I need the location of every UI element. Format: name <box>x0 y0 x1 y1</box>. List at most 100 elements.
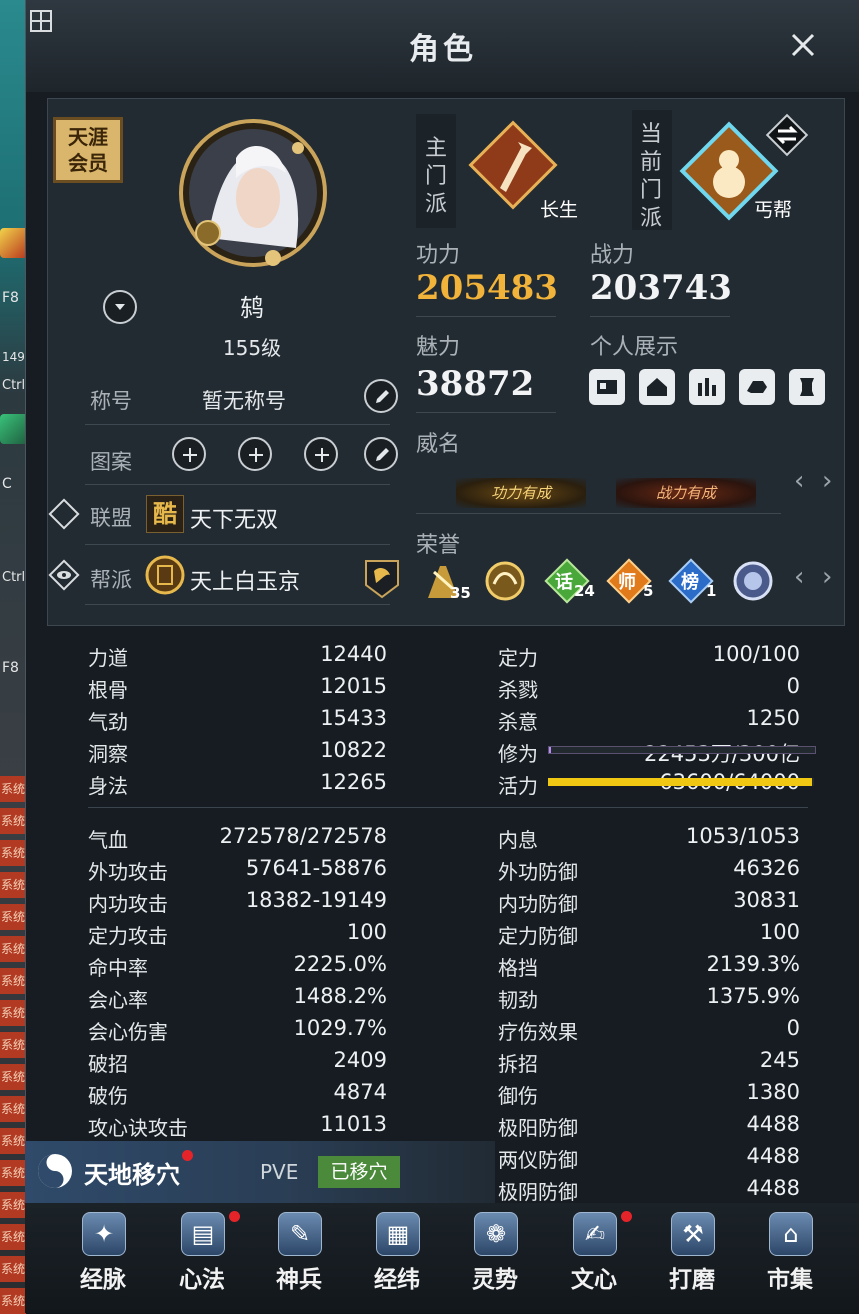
tiandi-label[interactable]: 天地移穴 <box>84 1155 180 1190</box>
vip-badge-line1: 天涯 <box>68 125 108 149</box>
nav-心法[interactable]: ▤ 心法 <box>161 1211 241 1308</box>
guild-crest-icon[interactable] <box>362 557 402 601</box>
divider <box>85 604 390 605</box>
combat-stat-value: 18382-19149 <box>245 888 387 912</box>
attribute-value: 10822 <box>320 738 387 762</box>
weiming-badge-zhanli[interactable]: 战力有成 <box>616 478 756 508</box>
notification-dot <box>182 1150 193 1161</box>
background-system-tag: 系统 <box>0 840 26 866</box>
eye-icon[interactable] <box>47 558 81 592</box>
title-label: 称号 <box>90 389 132 413</box>
bar-chart-icon <box>698 378 716 396</box>
nav-经纬[interactable]: ▦ 经纬 <box>356 1212 436 1308</box>
nav-label: 市集 <box>767 1267 813 1293</box>
background-system-tag: 系统 <box>0 776 26 802</box>
alliance-name[interactable]: 天下无双 <box>190 502 278 534</box>
display-house-button[interactable] <box>639 369 675 405</box>
window-title: 角色 <box>409 32 477 67</box>
nav-神兵[interactable]: ✎ 神兵 <box>258 1212 338 1308</box>
combat-stat-label: 内功攻击 <box>88 892 168 916</box>
background-system-tag: 系统 <box>0 1064 26 1090</box>
attribute-label: 杀戮 <box>498 678 538 702</box>
chevron-down-icon <box>115 304 125 310</box>
combat-stat-label: 气血 <box>88 828 128 852</box>
attribute-label: 根骨 <box>88 678 128 702</box>
nav-label: 经纬 <box>374 1267 420 1293</box>
vip-badge[interactable]: 天涯 会员 <box>53 117 123 183</box>
display-card-button[interactable] <box>589 369 625 405</box>
nav-打磨[interactable]: ⚒ 打磨 <box>651 1212 731 1308</box>
vip-badge-line2: 会员 <box>68 151 108 175</box>
profile-dropdown-button[interactable] <box>103 290 137 324</box>
combat-stat-value: 1029.7% <box>293 1016 387 1040</box>
guild-name[interactable]: 天上白玉京 <box>190 564 300 596</box>
combat-stat-label: 内息 <box>498 828 538 852</box>
background-system-tag: 系统 <box>0 936 26 962</box>
honor-prev-arrow[interactable]: ‹ <box>794 562 804 592</box>
combat-stat-label: 会心伤害 <box>88 1020 168 1044</box>
background-system-tag: 系统 <box>0 1256 26 1282</box>
combat-stat-label: 破伤 <box>88 1084 128 1108</box>
attribute-label: 身法 <box>88 774 128 798</box>
close-icon[interactable] <box>786 28 820 62</box>
nav-市集[interactable]: ⌂ 市集 <box>749 1212 829 1308</box>
pattern-label: 图案 <box>90 450 132 474</box>
weiming-prev-arrow[interactable]: ‹ <box>794 466 804 496</box>
avatar[interactable] <box>178 118 328 268</box>
nav-灵势[interactable]: ❁ 灵势 <box>454 1212 534 1308</box>
medal-icon[interactable] <box>730 558 776 604</box>
guild-label: 帮派 <box>90 568 132 592</box>
add-pattern-button-3[interactable] <box>304 437 338 471</box>
title-value: 暂无称号 <box>202 389 286 413</box>
honor-glyph: 师 <box>618 572 636 593</box>
yin-yang-icon <box>38 1154 72 1188</box>
alliance-emblem-text: 酷 <box>153 500 177 528</box>
attribute-label: 修为 <box>498 742 538 766</box>
combat-stat-value: 4874 <box>333 1080 387 1104</box>
crest-icon[interactable] <box>482 558 528 604</box>
honor-count: 35 <box>450 584 471 602</box>
combat-stat-value: 4488 <box>746 1176 800 1200</box>
weiming-next-arrow[interactable]: › <box>822 466 832 496</box>
weiming-badge-gongli[interactable]: 功力有成 <box>456 478 586 508</box>
nav-文心[interactable]: ✍ 文心 <box>553 1211 633 1308</box>
combat-stat-label: 外功防御 <box>498 860 578 884</box>
divider <box>590 316 730 317</box>
display-mount-button[interactable] <box>739 369 775 405</box>
attribute-label: 气劲 <box>88 710 128 734</box>
combat-stat-label: 极阳防御 <box>498 1116 578 1140</box>
edit-pattern-button[interactable] <box>364 437 398 471</box>
nav-icon: ✦ <box>82 1212 126 1256</box>
background-system-tag: 系统 <box>0 1192 26 1218</box>
combat-stat-label: 定力防御 <box>498 924 578 948</box>
title-bar[interactable]: 角色 <box>26 0 859 92</box>
nav-经脉[interactable]: ✦ 经脉 <box>62 1212 142 1308</box>
nav-icon: ▦ <box>376 1212 420 1256</box>
attribute-value: 0 <box>786 674 800 698</box>
nav-icon: ✎ <box>278 1212 322 1256</box>
nav-icon: ✍ <box>573 1212 617 1256</box>
add-pattern-button-1[interactable] <box>172 437 206 471</box>
combat-stat-label: 内功防御 <box>498 892 578 916</box>
add-pattern-button-2[interactable] <box>238 437 272 471</box>
nav-label: 神兵 <box>276 1267 322 1293</box>
combat-stat-value: 4488 <box>746 1112 800 1136</box>
edit-title-button[interactable] <box>364 379 398 413</box>
id-card-icon <box>597 380 617 394</box>
combat-stat-value: 1488.2% <box>293 984 387 1008</box>
honor-next-arrow[interactable]: › <box>822 562 832 592</box>
mount-icon <box>747 381 767 393</box>
display-bars-button[interactable] <box>689 369 725 405</box>
combat-stat-value: 100 <box>759 920 800 944</box>
honor-glyph: 榜 <box>681 572 699 593</box>
background-system-tag: 系统 <box>0 1032 26 1058</box>
combat-stat-value: 272578/272578 <box>219 824 387 848</box>
player-name: 鸫 <box>240 294 264 322</box>
tiandi-status-badge: 已移穴 <box>318 1156 400 1188</box>
display-lantern-button[interactable] <box>789 369 825 405</box>
nav-label: 文心 <box>571 1267 617 1293</box>
plus-icon <box>183 448 197 462</box>
background-hotkey-label: F8 <box>2 290 19 306</box>
combat-stat-label: 拆招 <box>498 1052 538 1076</box>
switch-school-icon[interactable] <box>764 112 810 158</box>
